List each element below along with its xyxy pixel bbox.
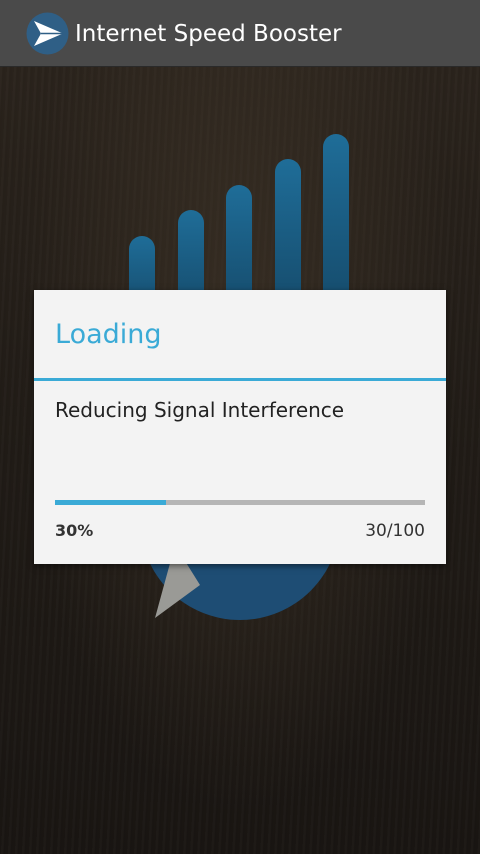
signal-bar-5 [323,134,349,316]
action-bar: Internet Speed Booster [0,0,480,67]
progress-bar [55,500,425,505]
app-title: Internet Speed Booster [75,21,342,47]
progress-percent: 30% [55,521,94,540]
progress-count: 30/100 [365,521,425,541]
dialog-divider [34,378,446,381]
progress-fill [55,500,166,505]
paper-plane-icon[interactable] [26,12,69,55]
loading-dialog: Loading Reducing Signal Interference 30%… [34,290,446,564]
dialog-title: Loading [55,319,162,350]
dialog-message: Reducing Signal Interference [55,398,345,422]
